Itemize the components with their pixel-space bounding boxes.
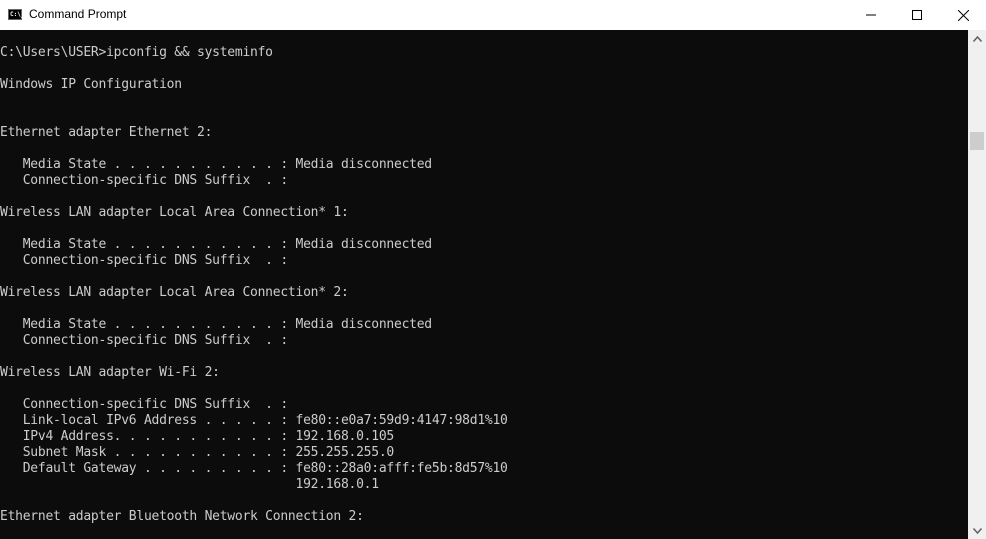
scroll-up-button[interactable]: [968, 30, 986, 47]
console-line: C:\Users\USER>ipconfig && systeminfo: [0, 45, 273, 60]
minimize-icon: [866, 14, 876, 16]
window-title: Command Prompt: [29, 7, 127, 21]
console-line: Default Gateway . . . . . . . . . : fe80…: [0, 461, 508, 476]
console-line: Connection-specific DNS Suffix . :: [0, 173, 288, 188]
chevron-down-icon: [972, 527, 982, 534]
scroll-down-button[interactable]: [968, 522, 986, 539]
console-output-area[interactable]: C:\Users\USER>ipconfig && systeminfo Win…: [0, 30, 968, 539]
maximize-button[interactable]: [894, 0, 940, 30]
close-button[interactable]: [940, 0, 986, 30]
console-line: Media State . . . . . . . . . . . : Medi…: [0, 317, 432, 332]
vertical-scrollbar[interactable]: [968, 30, 986, 539]
console-line: Ethernet adapter Bluetooth Network Conne…: [0, 509, 364, 524]
console-line: Media State . . . . . . . . . . . : Medi…: [0, 237, 432, 252]
console-line: Wireless LAN adapter Wi-Fi 2:: [0, 365, 220, 380]
console-line: Connection-specific DNS Suffix . :: [0, 397, 288, 412]
console-line: Subnet Mask . . . . . . . . . . . : 255.…: [0, 445, 395, 460]
console-line: 192.168.0.1: [0, 477, 379, 492]
maximize-icon: [912, 10, 922, 20]
close-icon: [957, 9, 969, 21]
console-line: Link-local IPv6 Address . . . . . : fe80…: [0, 413, 508, 428]
console-line: IPv4 Address. . . . . . . . . . . : 192.…: [0, 429, 395, 444]
console-line: Ethernet adapter Ethernet 2:: [0, 125, 213, 140]
console-line: Media State . . . . . . . . . . . : Medi…: [0, 157, 432, 172]
title-bar[interactable]: C:\_ Command Prompt: [0, 0, 986, 30]
scrollbar-thumb[interactable]: [970, 132, 984, 150]
console-line: Wireless LAN adapter Local Area Connecti…: [0, 285, 349, 300]
console-line: Wireless LAN adapter Local Area Connecti…: [0, 205, 349, 220]
cmd-icon: C:\_: [8, 9, 25, 20]
minimize-button[interactable]: [848, 0, 894, 30]
console-line: Windows IP Configuration: [0, 77, 182, 92]
console-line: Connection-specific DNS Suffix . :: [0, 333, 288, 348]
chevron-up-icon: [972, 35, 982, 42]
console-text: C:\Users\USER>ipconfig && systeminfo Win…: [0, 45, 508, 525]
console-line: Connection-specific DNS Suffix . :: [0, 253, 288, 268]
